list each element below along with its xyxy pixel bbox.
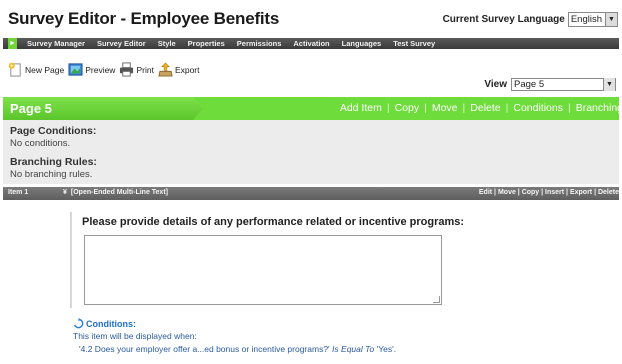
delete-link[interactable]: Delete xyxy=(470,102,500,114)
nav-test-survey[interactable]: Test Survey xyxy=(393,39,435,48)
item-conditions: Conditions: This item will be displayed … xyxy=(73,318,396,354)
branching-link[interactable]: Branching xyxy=(576,102,622,114)
toolbar: New Page Preview Print Export xyxy=(8,53,204,77)
main-nav: ► Survey Manager Survey Editor Style Pro… xyxy=(3,38,619,49)
page-header: Page 5 Add Item | Copy | Move | Delete | Conditi… xyxy=(3,97,622,120)
nav-properties[interactable]: Properties xyxy=(188,39,225,48)
add-item-link[interactable]: Add Item xyxy=(340,102,382,114)
chevron-down-icon[interactable]: ▼ xyxy=(605,13,617,26)
language-control: Current Survey Language English ▼ xyxy=(443,12,618,27)
preview-icon xyxy=(68,63,83,76)
chevron-down-icon[interactable]: ▼ xyxy=(603,78,615,91)
copy-link[interactable]: Copy xyxy=(395,102,420,114)
new-page-button[interactable]: New Page xyxy=(8,62,64,77)
page-actions: Add Item | Copy | Move | Delete | Conditions | Bra… xyxy=(340,102,622,114)
divider: | xyxy=(567,102,571,114)
rule-value: 'Yes'. xyxy=(376,344,397,354)
print-label: Print xyxy=(136,64,154,75)
nav-arrow-icon: ► xyxy=(8,38,17,49)
refresh-icon xyxy=(73,318,84,329)
question-text: Please provide details of any performanc… xyxy=(82,216,465,228)
conditions-link[interactable]: Conditions xyxy=(513,102,563,114)
nav-permissions[interactable]: Permissions xyxy=(237,39,282,48)
new-page-label: New Page xyxy=(25,64,65,75)
nav-style[interactable]: Style xyxy=(158,39,176,48)
condition-rule: '4.2 Does your employer offer a...ed bon… xyxy=(79,344,396,354)
page-title: Page 5 xyxy=(10,101,52,116)
divider: | xyxy=(462,102,466,114)
divider: | xyxy=(505,102,509,114)
answer-textarea[interactable] xyxy=(84,235,442,305)
conditions-title-row[interactable]: Conditions: xyxy=(73,318,396,329)
rule-operator: Is Equal To xyxy=(332,344,375,354)
language-select[interactable]: English ▼ xyxy=(567,12,618,27)
page-conditions-panel: Page Conditions: No conditions. Branchin… xyxy=(3,120,619,184)
view-label: View xyxy=(484,79,507,90)
export-label: Export xyxy=(174,64,200,75)
item-actions[interactable]: Edit | Move | Copy | Insert | Export | D… xyxy=(479,189,619,196)
item-header-bar: Item 1 ¥ [Open-Ended Multi-Line Text] Edi… xyxy=(3,187,619,200)
new-page-icon xyxy=(8,62,21,77)
print-button[interactable]: Print xyxy=(119,62,154,77)
printer-icon xyxy=(120,62,134,77)
item-number: Item 1 xyxy=(8,189,29,196)
preview-label: Preview xyxy=(85,64,116,75)
nav-activation[interactable]: Activation xyxy=(293,39,329,48)
divider: | xyxy=(424,102,427,114)
nav-survey-manager[interactable]: Survey Manager xyxy=(27,39,85,48)
view-value: Page 5 xyxy=(514,79,545,90)
title-bar: Survey Editor - Employee Benefits Curren… xyxy=(0,0,622,36)
divider: | xyxy=(386,102,390,114)
conditions-title: Conditions: xyxy=(86,318,136,329)
branching-rules-text: No branching rules. xyxy=(10,169,93,180)
view-row: View Page 5 ▼ xyxy=(484,78,616,91)
page-conditions-text: No conditions. xyxy=(10,138,71,149)
item-type[interactable]: ¥ [Open-Ended Multi-Line Text] xyxy=(63,189,168,196)
branching-rules-heading: Branching Rules: xyxy=(10,156,97,168)
nav-survey-editor[interactable]: Survey Editor xyxy=(97,39,146,48)
export-button[interactable]: Export xyxy=(158,62,200,77)
nav-languages[interactable]: Languages xyxy=(342,39,382,48)
item-type-label: [Open-Ended Multi-Line Text] xyxy=(70,189,168,196)
conditions-intro: This item will be displayed when: xyxy=(73,331,197,341)
export-icon xyxy=(158,62,173,77)
move-link[interactable]: Move xyxy=(432,102,458,114)
app-title: Survey Editor - Employee Benefits xyxy=(8,9,280,28)
page-conditions-heading: Page Conditions: xyxy=(10,125,97,137)
preview-button[interactable]: Preview xyxy=(68,62,115,77)
language-value: English xyxy=(570,14,602,25)
collapse-chevron-icon[interactable]: ¥ xyxy=(63,189,67,196)
resize-handle[interactable] xyxy=(433,296,440,303)
language-label: Current Survey Language xyxy=(442,14,565,25)
view-select[interactable]: Page 5 ▼ xyxy=(511,78,616,91)
question-block: Please provide details of any performanc… xyxy=(70,212,472,308)
rule-question: '4.2 Does your employer offer a...ed bon… xyxy=(79,344,330,354)
